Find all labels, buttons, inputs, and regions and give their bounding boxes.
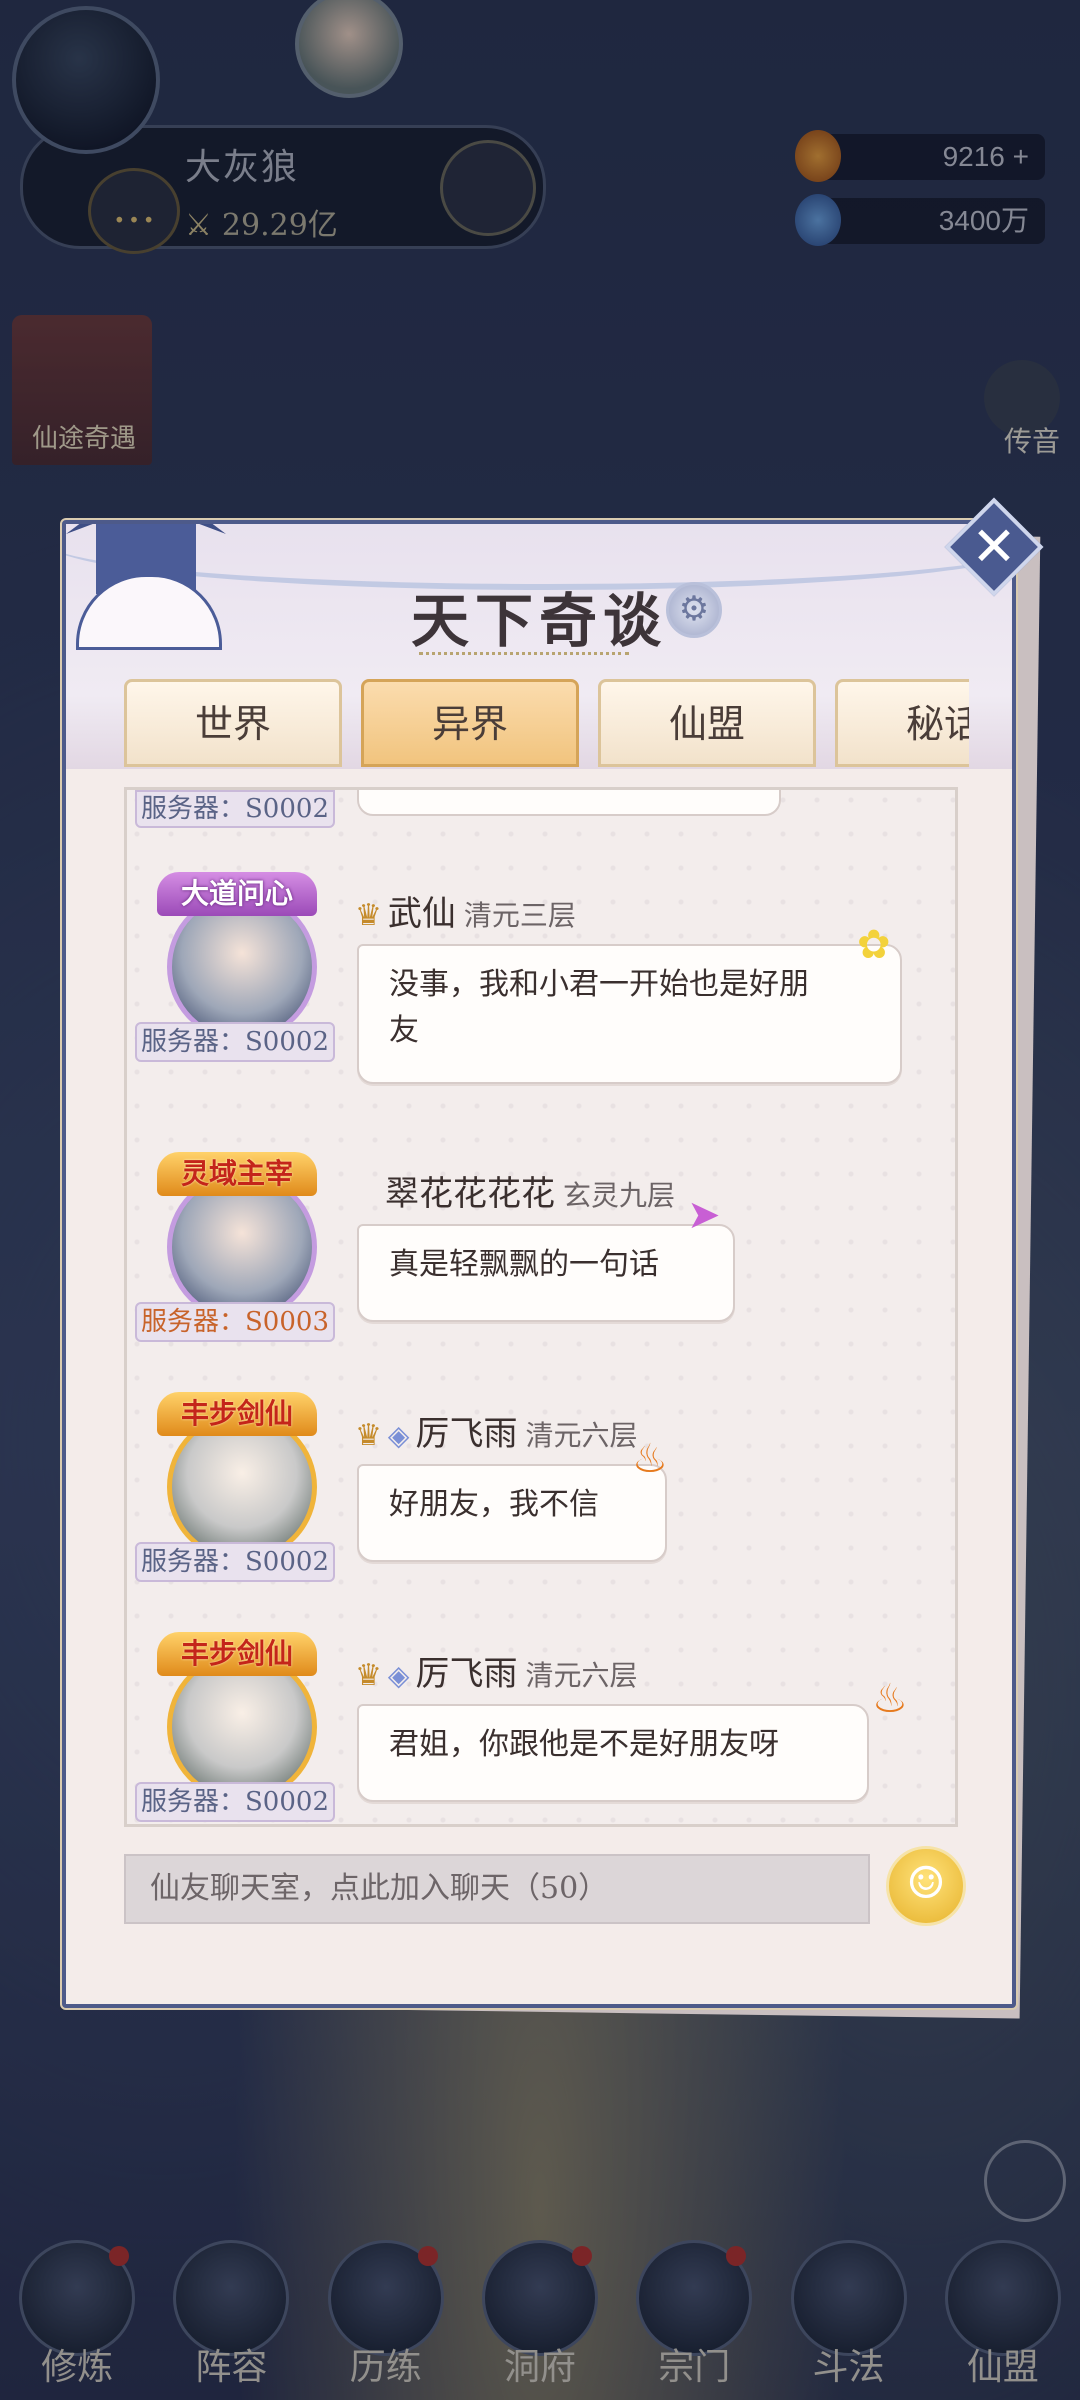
vip-crown-icon: ♛ <box>355 898 382 933</box>
server-tag: 服务器：S0002 <box>135 1782 335 1822</box>
duck-icon: ✿ <box>857 922 891 968</box>
message-text: 君姐，你跟他是不是好朋友呀 <box>389 1727 779 1762</box>
title-underline <box>419 642 629 655</box>
sender-avatar[interactable]: 灵域主宰 <box>137 1152 337 1322</box>
dragon-icon: ♨ <box>632 1436 668 1482</box>
sender-avatar[interactable]: 大道问心 <box>137 872 337 1042</box>
vip-crown-icon: ♛ <box>355 1658 382 1693</box>
sender-name[interactable]: 厉飞雨 <box>415 1654 517 1694</box>
chat-message-list[interactable]: 服务器：S0002 大道问心 服务器：S0002 ♛ 武仙 清元三层 没事，我和小君… <box>124 787 958 1827</box>
tab-secret[interactable]: 秘话 <box>835 679 969 767</box>
chat-input[interactable]: 仙友聊天室，点此加入聊天（50） <box>124 1854 870 1924</box>
sender-name[interactable]: 翠花花花花 <box>385 1174 555 1214</box>
title-badge: 大道问心 <box>157 872 317 916</box>
channel-tabs: 世界 异界 仙盟 秘话 <box>124 679 969 774</box>
gem-badge-icon: ◈ <box>387 1659 410 1692</box>
paper-plane-icon: ➤ <box>687 1192 721 1238</box>
sender-avatar[interactable]: 丰步剑仙 <box>137 1632 337 1802</box>
title-badge: 丰步剑仙 <box>157 1632 317 1676</box>
dragon-icon: ♨ <box>872 1676 908 1722</box>
emoji-icon[interactable]: ☺ <box>886 1846 966 1926</box>
chat-message: 大道问心 服务器：S0002 ♛ 武仙 清元三层 没事，我和小君一开始也是好朋 友 … <box>127 872 955 1102</box>
close-icon[interactable]: ✕ <box>959 512 1029 582</box>
chat-message: 丰步剑仙 服务器：S0002 ♛ ◈ 厉飞雨 清元六层 君姐，你跟他是不是好朋友呀 ♨ <box>127 1632 955 1824</box>
sender-avatar[interactable]: 丰步剑仙 <box>137 1392 337 1562</box>
chat-message: 丰步剑仙 服务器：S0002 ♛ ◈ 厉飞雨 清元六层 好朋友，我不信 ♨ <box>127 1392 955 1622</box>
chat-message: 灵域主宰 服务器：S0003 翠花花花花 玄灵九层 真是轻飘飘的一句话 ➤ <box>127 1152 955 1382</box>
tab-world[interactable]: 世界 <box>124 679 342 767</box>
tab-other-realm[interactable]: 异界 <box>361 679 579 767</box>
cultivation-realm: 清元六层 <box>525 1659 638 1692</box>
sender-line: 翠花花花花 玄灵九层 <box>385 1166 675 1215</box>
cultivation-realm: 玄灵九层 <box>563 1179 676 1212</box>
message-text: 好朋友，我不信 <box>389 1487 599 1522</box>
sender-name[interactable]: 武仙 <box>388 894 456 934</box>
chat-dialog: 天下奇谈 ⚙ ✕ 世界 异界 仙盟 秘话 服务器：S0002 大道问心 服务器：… <box>62 497 1044 2008</box>
message-bubble: 君姐，你跟他是不是好朋友呀 <box>357 1704 869 1802</box>
sender-line: ♛ 武仙 清元三层 <box>355 886 576 935</box>
sender-name[interactable]: 厉飞雨 <box>415 1414 517 1454</box>
server-tag: 服务器：S0002 <box>135 1022 335 1062</box>
sender-line: ♛ ◈ 厉飞雨 清元六层 <box>355 1646 637 1695</box>
message-bubble: 好朋友，我不信 <box>357 1464 667 1562</box>
message-bubble: 没事，我和小君一开始也是好朋 友 <box>357 944 902 1084</box>
title-badge: 灵域主宰 <box>157 1152 317 1196</box>
vip-crown-icon: ♛ <box>355 1418 382 1453</box>
partial-message-bubble <box>357 790 781 816</box>
server-tag: 服务器：S0002 <box>135 1542 335 1582</box>
message-text: 没事，我和小君一开始也是好朋 <box>389 967 809 1002</box>
server-tag: 服务器：S0002 <box>135 790 335 828</box>
title-badge: 丰步剑仙 <box>157 1392 317 1436</box>
cultivation-realm: 清元六层 <box>525 1419 638 1452</box>
tab-alliance[interactable]: 仙盟 <box>598 679 816 767</box>
server-tag: 服务器：S0003 <box>135 1302 335 1342</box>
message-text: 真是轻飘飘的一句话 <box>389 1247 659 1282</box>
gem-badge-icon: ◈ <box>387 1419 410 1452</box>
settings-gear-icon[interactable]: ⚙ <box>666 582 722 638</box>
message-bubble: 真是轻飘飘的一句话 <box>357 1224 735 1322</box>
message-text-continued: 友 <box>389 1013 419 1048</box>
sender-line: ♛ ◈ 厉飞雨 清元六层 <box>355 1406 637 1455</box>
cultivation-realm: 清元三层 <box>463 899 576 932</box>
